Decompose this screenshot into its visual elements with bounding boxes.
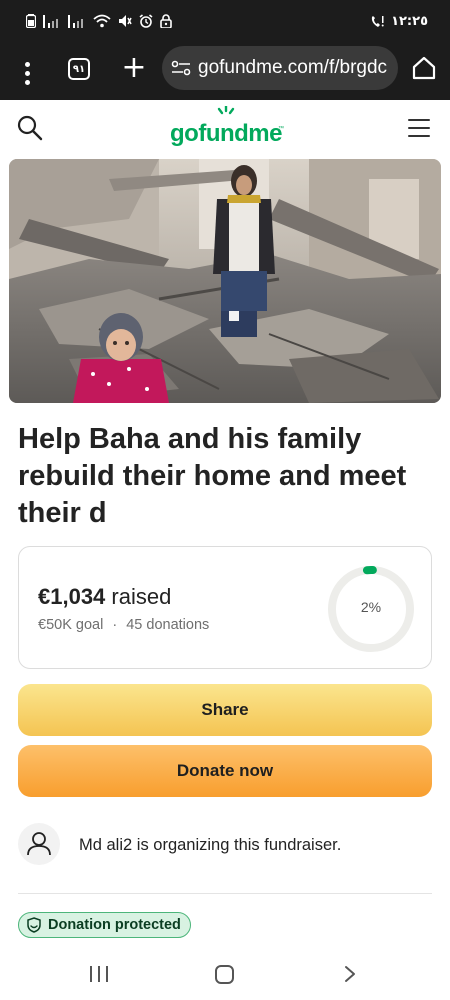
raised-line: €1,034 raised bbox=[38, 584, 171, 610]
goal-amount: €50K goal bbox=[38, 617, 104, 633]
goal-line: €50K goal · 45 donations bbox=[38, 617, 209, 633]
donation-count[interactable]: 45 donations bbox=[126, 617, 209, 633]
progress-card: €1,034 raised €50K goal · 45 donations 2… bbox=[18, 546, 432, 669]
status-icons bbox=[26, 14, 172, 28]
shield-icon bbox=[27, 917, 41, 933]
menu-kebab-icon[interactable] bbox=[14, 56, 40, 90]
signal-icon bbox=[43, 14, 58, 28]
logo-text: gofundme bbox=[170, 120, 282, 147]
address-bar[interactable]: gofundme.com/f/brgdc bbox=[162, 46, 398, 90]
organizer-text: Md ali2 is organizing this fundraiser. bbox=[79, 836, 342, 854]
status-right: ١٢:٢٥ bbox=[370, 14, 428, 29]
call-icon bbox=[371, 15, 384, 27]
home-button-icon[interactable] bbox=[215, 965, 234, 984]
status-clock: ١٢:٢٥ bbox=[391, 14, 428, 29]
logo-trademark: ™ bbox=[278, 126, 284, 132]
donation-protected-badge[interactable]: Donation protected bbox=[18, 912, 191, 938]
site-settings-icon[interactable] bbox=[171, 59, 191, 77]
raised-suffix: raised bbox=[111, 584, 172, 609]
user-icon bbox=[27, 832, 51, 856]
system-nav-bar bbox=[0, 950, 450, 1000]
status-bar: ١٢:٢٥ bbox=[0, 0, 450, 46]
progress-percent: 2% bbox=[360, 599, 382, 615]
badge-label: Donation protected bbox=[48, 917, 181, 933]
url-text[interactable]: gofundme.com/f/brgdc bbox=[198, 57, 387, 79]
organizer-avatar[interactable] bbox=[18, 823, 60, 865]
divider bbox=[18, 893, 432, 894]
browser-toolbar: ٩١ + gofundme.com/f/brgdc bbox=[0, 46, 450, 100]
organizer-row: Md ali2 is organizing this fundraiser. bbox=[18, 823, 432, 869]
goal-separator: · bbox=[112, 617, 118, 633]
mute-icon bbox=[119, 15, 132, 27]
lock-icon bbox=[160, 14, 172, 28]
back-icon[interactable] bbox=[340, 964, 360, 984]
tab-switcher-button[interactable]: ٩١ bbox=[68, 58, 90, 80]
logo-sun-icon bbox=[217, 106, 235, 115]
battery-icon bbox=[26, 14, 36, 28]
signal-icon bbox=[68, 14, 83, 28]
donate-button[interactable]: Donate now bbox=[18, 745, 432, 797]
share-button[interactable]: Share bbox=[18, 684, 432, 736]
recent-apps-icon[interactable] bbox=[90, 966, 108, 982]
search-icon[interactable] bbox=[16, 114, 44, 142]
home-icon[interactable] bbox=[411, 55, 437, 81]
alarm-icon bbox=[139, 14, 153, 28]
wifi-icon bbox=[93, 14, 111, 28]
raised-amount: €1,034 bbox=[38, 584, 106, 609]
campaign-title: Help Baha and his family rebuild their h… bbox=[18, 423, 407, 529]
gofundme-logo[interactable]: gofundme ™ bbox=[166, 106, 286, 154]
site-header: gofundme ™ bbox=[0, 100, 450, 158]
campaign-photo-scene bbox=[9, 159, 441, 403]
campaign-photo[interactable] bbox=[9, 159, 441, 403]
hamburger-menu-icon[interactable] bbox=[408, 119, 430, 137]
new-tab-button[interactable]: + bbox=[118, 52, 150, 84]
